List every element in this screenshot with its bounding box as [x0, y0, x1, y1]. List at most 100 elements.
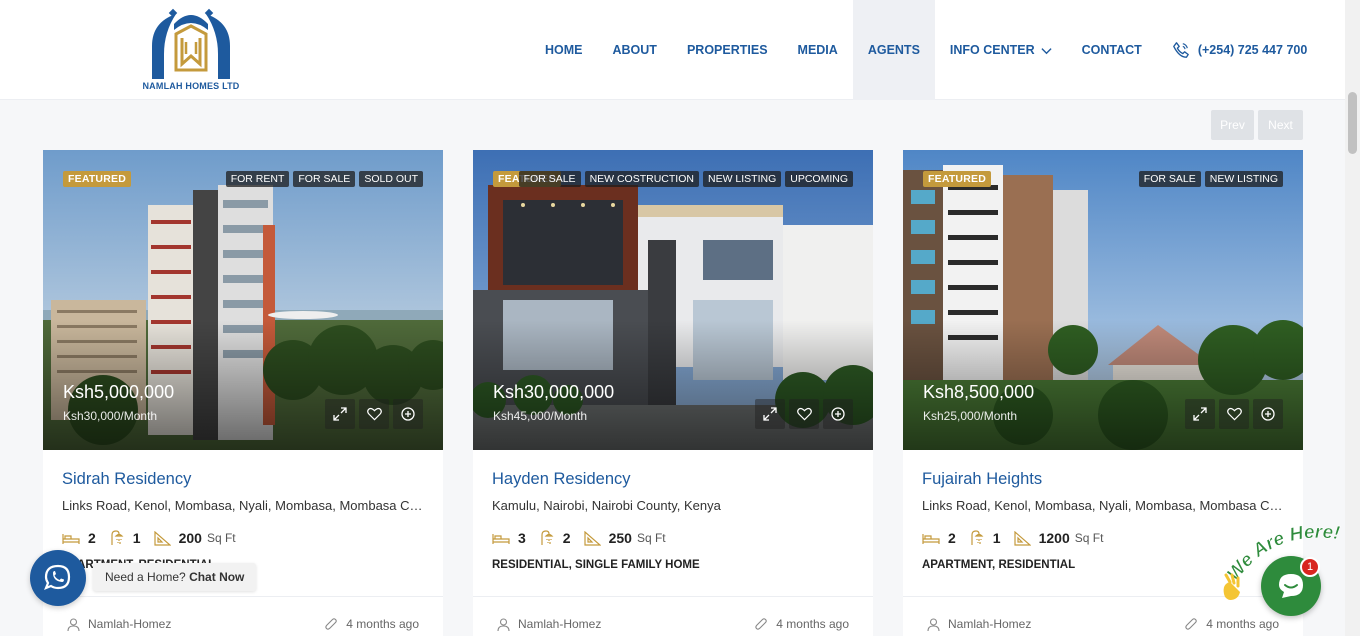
favorite-button[interactable] [1219, 399, 1249, 429]
ruler-icon [1013, 530, 1031, 546]
agent-name: Namlah-Homez [88, 617, 172, 631]
bed-icon [492, 534, 510, 544]
area-stat: 250 Sq Ft [583, 530, 666, 546]
agent-link[interactable]: Namlah-Homez [927, 617, 1031, 631]
property-stats: 3 2 250 Sq Ft [492, 530, 854, 546]
shower-icon [971, 530, 984, 545]
status-tag[interactable]: FOR RENT [225, 171, 290, 187]
beds-stat: 3 [492, 530, 526, 546]
agent-name: Namlah-Homez [518, 617, 602, 631]
post-date-text: 4 months ago [776, 617, 849, 631]
agent-name: Namlah-Homez [948, 617, 1032, 631]
whatsapp-cta: Chat Now [189, 570, 245, 584]
shower-icon [541, 530, 554, 545]
nav-properties[interactable]: PROPERTIES [672, 0, 783, 100]
site-header: NAMLAH HOMES LTD HOME ABOUT PROPERTIES M… [0, 0, 1345, 100]
area-value: 1200 [1038, 530, 1070, 546]
phone-icon [1172, 42, 1189, 58]
nav-agents[interactable]: AGENTS [852, 0, 935, 100]
brand-logo[interactable]: NAMLAH HOMES LTD [134, 4, 248, 94]
nav-about[interactable]: ABOUT [598, 0, 672, 100]
favorite-button[interactable] [789, 399, 819, 429]
property-title[interactable]: Sidrah Residency [62, 470, 424, 489]
status-tags: FOR SALE NEW LISTING [1138, 171, 1283, 187]
agent-link[interactable]: Namlah-Homez [497, 617, 601, 631]
scrollbar-thumb[interactable] [1348, 92, 1357, 154]
paperclip-icon [755, 617, 768, 630]
property-rent: Ksh30,000/Month [63, 409, 158, 423]
brand-logo-mark [152, 8, 230, 79]
next-button[interactable]: Next [1258, 110, 1303, 140]
beds-stat: 2 [922, 530, 956, 546]
brand-name: NAMLAH HOMES LTD [142, 81, 240, 91]
beds-stat: 2 [62, 530, 96, 546]
expand-icon [763, 407, 777, 421]
property-image[interactable]: FEATURED FOR SALE NEW COSTRUCTION NEW LI… [473, 150, 873, 450]
chat-badge: 1 [1300, 557, 1320, 577]
post-date: 4 months ago [325, 617, 419, 631]
property-title[interactable]: Hayden Residency [492, 470, 854, 489]
card-footer: Namlah-Homez 4 months ago [473, 596, 873, 631]
property-card: FEATURED FOR SALE NEW COSTRUCTION NEW LI… [473, 150, 873, 636]
property-price: Ksh8,500,000 [923, 382, 1035, 402]
status-tag[interactable]: NEW LISTING [1204, 171, 1283, 187]
bed-icon [62, 534, 80, 544]
baths-count: 2 [562, 530, 571, 546]
status-tag[interactable]: FOR SALE [1138, 171, 1201, 187]
compare-button[interactable] [823, 399, 853, 429]
post-date: 4 months ago [755, 617, 849, 631]
whatsapp-prompt[interactable]: Need a Home? Chat Now [93, 563, 257, 591]
status-tag[interactable]: FOR SALE [518, 171, 581, 187]
nav-home[interactable]: HOME [530, 0, 598, 100]
property-type: RESIDENTIAL, SINGLE FAMILY HOME [492, 559, 700, 571]
status-tag[interactable]: NEW COSTRUCTION [584, 171, 699, 187]
heart-icon [1226, 407, 1242, 421]
status-tag[interactable]: UPCOMING [785, 171, 853, 187]
property-title[interactable]: Fujairah Heights [922, 470, 1284, 489]
status-tag[interactable]: FOR SALE [293, 171, 356, 187]
beds-count: 3 [518, 530, 526, 546]
compare-button[interactable] [1253, 399, 1283, 429]
property-price: Ksh30,000,000 [493, 382, 615, 402]
property-image[interactable]: FEATURED FOR RENT FOR SALE SOLD OUT Ksh5… [43, 150, 443, 450]
card-body: Hayden Residency Kamulu, Nairobi, Nairob… [473, 450, 873, 571]
property-price: Ksh5,000,000 [63, 382, 175, 402]
area-value: 200 [178, 530, 202, 546]
nav-contact[interactable]: CONTACT [1067, 0, 1157, 100]
area-unit: Sq Ft [1074, 531, 1104, 545]
property-address: Links Road, Kenol, Mombasa, Nyali, Momba… [922, 498, 1284, 513]
status-tag[interactable]: SOLD OUT [359, 171, 423, 187]
nav-phone[interactable]: (+254) 725 447 700 [1157, 41, 1307, 59]
image-actions [325, 399, 423, 429]
property-image[interactable]: FEATURED FOR SALE NEW LISTING Ksh8,500,0… [903, 150, 1303, 450]
area-stat: 200 Sq Ft [153, 530, 236, 546]
card-footer: Namlah-Homez 4 months ago [43, 596, 443, 631]
expand-button[interactable] [325, 399, 355, 429]
expand-icon [1193, 407, 1207, 421]
card-body: Sidrah Residency Links Road, Kenol, Momb… [43, 450, 443, 571]
shower-icon [111, 530, 124, 545]
expand-button[interactable] [1185, 399, 1215, 429]
nav-info-center[interactable]: INFO CENTER [935, 0, 1067, 100]
property-address: Links Road, Kenol, Mombasa, Nyali, Momba… [62, 498, 424, 513]
whatsapp-button[interactable] [30, 550, 86, 606]
waving-hand-icon [1223, 573, 1240, 600]
featured-badge: FEATURED [923, 171, 991, 187]
status-tag[interactable]: NEW LISTING [702, 171, 782, 187]
user-icon [497, 617, 510, 631]
compare-button[interactable] [393, 399, 423, 429]
chat-bubble-icon [1279, 574, 1303, 598]
image-actions [1185, 399, 1283, 429]
whatsapp-prompt-text: Need a Home? [105, 570, 186, 584]
area-unit: Sq Ft [636, 531, 666, 545]
agent-link[interactable]: Namlah-Homez [67, 617, 171, 631]
nav-media[interactable]: MEDIA [783, 0, 853, 100]
prev-button[interactable]: Prev [1211, 110, 1254, 140]
expand-button[interactable] [755, 399, 785, 429]
baths-stat: 1 [969, 530, 1001, 546]
whatsapp-icon [44, 564, 71, 590]
favorite-button[interactable] [359, 399, 389, 429]
plus-circle-icon [831, 407, 845, 421]
heart-icon [796, 407, 812, 421]
property-stats: 2 1 200 Sq Ft [62, 530, 424, 546]
